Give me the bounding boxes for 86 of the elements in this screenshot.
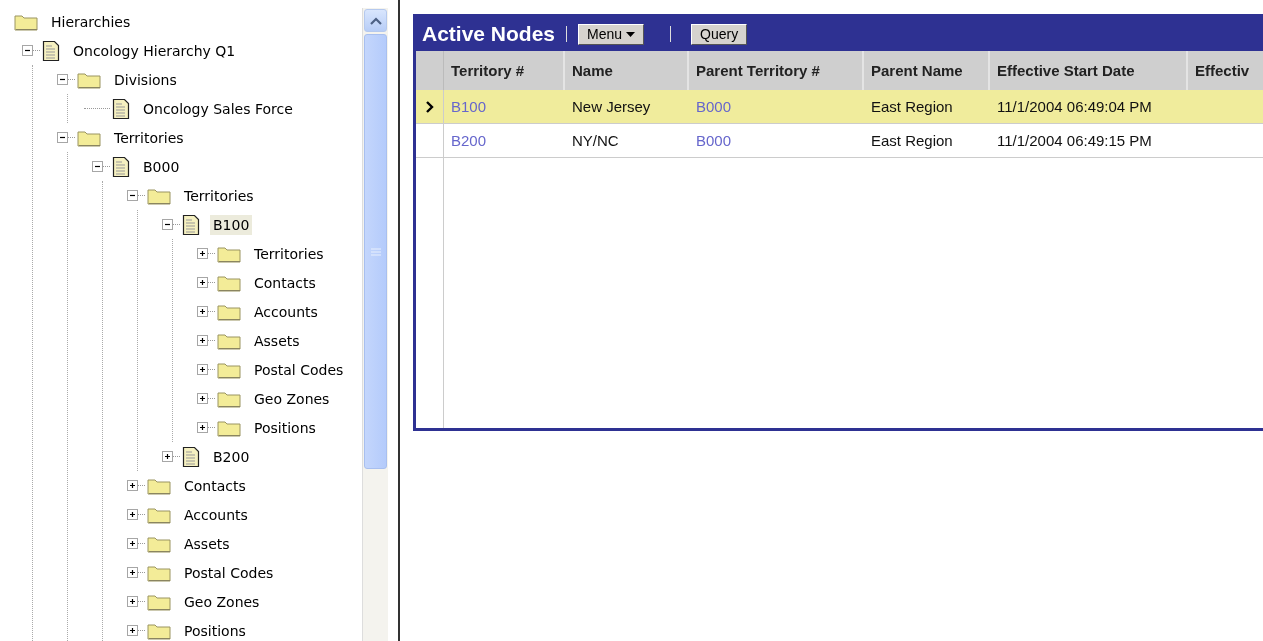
table-cell: East Region — [871, 132, 953, 149]
territory-link[interactable]: B000 — [696, 98, 732, 115]
folder-icon — [147, 621, 171, 640]
expand-toggle[interactable] — [127, 625, 138, 636]
expand-toggle[interactable] — [197, 364, 208, 375]
collapse-toggle[interactable] — [57, 74, 68, 85]
folder-icon — [217, 389, 241, 408]
scrollbar[interactable] — [362, 8, 388, 641]
document-icon — [112, 155, 130, 178]
query-button[interactable]: Query — [691, 23, 748, 45]
folder-icon — [217, 360, 241, 379]
scroll-thumb[interactable] — [364, 34, 387, 469]
folder-icon — [147, 505, 171, 524]
tree-item[interactable]: Accounts — [181, 504, 251, 525]
folder-icon — [217, 418, 241, 437]
tree-item[interactable]: Accounts — [251, 301, 321, 322]
tree-item[interactable]: Postal Codes — [181, 562, 277, 583]
tree-item[interactable]: B100 — [210, 214, 253, 235]
table-cell: 11/1/2004 06:49:04 PM — [997, 98, 1152, 115]
folder-icon — [217, 273, 241, 292]
tree-item[interactable]: Oncology Hierarchy Q1 — [70, 40, 239, 61]
table-cell: East Region — [871, 98, 953, 115]
tree-item[interactable]: Oncology Sales Force — [140, 98, 296, 119]
territory-link[interactable]: B200 — [451, 132, 487, 149]
tree-item[interactable]: Divisions — [111, 69, 180, 90]
expand-toggle[interactable] — [127, 596, 138, 607]
tree-item[interactable]: B000 — [140, 156, 183, 177]
tree-item[interactable]: Assets — [251, 330, 303, 351]
tree-item[interactable]: B200 — [210, 446, 253, 467]
folder-icon — [147, 563, 171, 582]
table-row[interactable]: B100 New Jersey B000 East Region 11/1/2004 06:49:04 PM — [416, 90, 1263, 124]
folder-icon — [77, 70, 101, 89]
folder-icon — [217, 302, 241, 321]
tree-item[interactable]: Contacts — [251, 272, 319, 293]
tree-item[interactable]: Postal Codes — [251, 359, 347, 380]
folder-icon — [147, 534, 171, 553]
table-cell: NY/NC — [572, 132, 619, 149]
expand-toggle[interactable] — [197, 393, 208, 404]
expand-toggle[interactable] — [197, 335, 208, 346]
collapse-toggle[interactable] — [22, 45, 33, 56]
menu-button[interactable]: Menu — [578, 23, 645, 45]
folder-icon — [147, 592, 171, 611]
folder-icon — [147, 186, 171, 205]
row-pointer-icon — [425, 100, 434, 113]
document-icon — [182, 445, 200, 468]
expand-toggle[interactable] — [197, 306, 208, 317]
table-row[interactable]: B200 NY/NC B000 East Region 11/1/2004 06:49:15 PM — [416, 124, 1263, 158]
tree-item[interactable]: Positions — [181, 620, 249, 641]
expand-toggle[interactable] — [162, 451, 173, 462]
folder-icon — [217, 244, 241, 263]
tree-item[interactable]: Positions — [251, 417, 319, 438]
tree-item[interactable]: Assets — [181, 533, 233, 554]
tree-item[interactable]: Hierarchies — [48, 11, 134, 32]
tree-item[interactable]: Geo Zones — [251, 388, 333, 409]
expand-toggle[interactable] — [197, 248, 208, 259]
expand-toggle[interactable] — [127, 538, 138, 549]
scroll-up-button[interactable] — [364, 9, 387, 32]
expand-toggle[interactable] — [127, 509, 138, 520]
tree-item[interactable]: Territories — [181, 185, 257, 206]
chevron-up-icon — [369, 16, 382, 25]
grip-icon — [370, 247, 381, 256]
document-icon — [182, 213, 200, 236]
expand-toggle[interactable] — [197, 422, 208, 433]
tree-item[interactable]: Territories — [251, 243, 327, 264]
tree-item[interactable]: Territories — [111, 127, 187, 148]
collapse-toggle[interactable] — [162, 219, 173, 230]
expand-toggle[interactable] — [127, 567, 138, 578]
folder-icon — [147, 476, 171, 495]
territory-link[interactable]: B000 — [696, 132, 732, 149]
table-cell: 11/1/2004 06:49:15 PM — [997, 132, 1152, 149]
tree-item[interactable]: Contacts — [181, 475, 249, 496]
tree-item[interactable]: Geo Zones — [181, 591, 263, 612]
collapse-toggle[interactable] — [127, 190, 138, 201]
folder-icon — [77, 128, 101, 147]
caret-icon — [626, 31, 636, 37]
panel-title: Active Nodes — [422, 22, 556, 46]
document-icon — [112, 97, 130, 120]
collapse-toggle[interactable] — [57, 132, 68, 143]
territory-link[interactable]: B100 — [451, 98, 487, 115]
collapse-toggle[interactable] — [92, 161, 103, 172]
expand-toggle[interactable] — [127, 480, 138, 491]
document-icon — [42, 39, 60, 62]
folder-icon — [217, 331, 241, 350]
expand-toggle[interactable] — [197, 277, 208, 288]
table-cell: New Jersey — [572, 98, 651, 115]
folder-icon — [14, 12, 38, 31]
